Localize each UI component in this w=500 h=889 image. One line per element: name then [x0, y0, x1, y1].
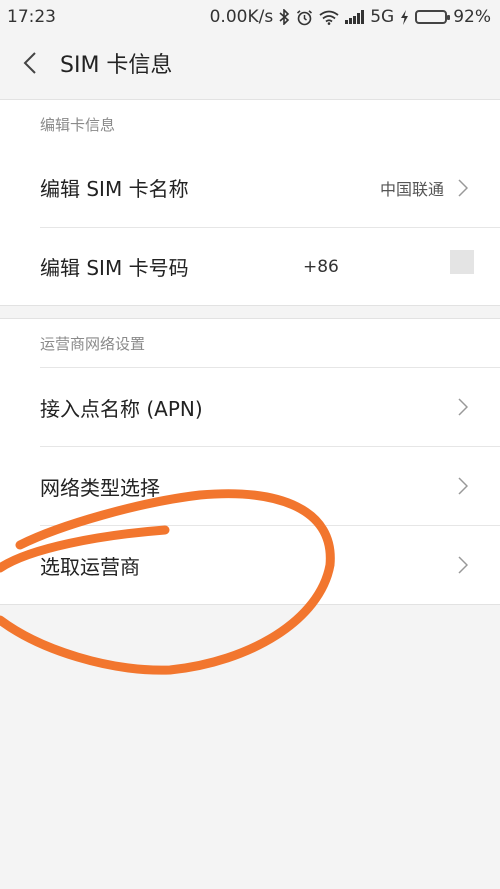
select-carrier-row[interactable]: 选取运营商 — [40, 525, 500, 604]
title-bar: SIM 卡信息 — [0, 34, 500, 92]
chevron-right-icon — [458, 396, 472, 418]
redaction-box — [450, 250, 474, 274]
status-icons: 0.00K/s 5G 92% — [210, 7, 491, 27]
network-speed: 0.00K/s — [209, 7, 274, 27]
section-carrier-network-settings: 运营商网络设置 接入点名称 (APN) 网络类型选择 选取运营商 — [0, 318, 500, 605]
charging-icon — [400, 9, 409, 25]
section-edit-card-info: 编辑卡信息 编辑 SIM 卡名称 中国联通 编辑 SIM 卡号码 +86 — [0, 99, 500, 306]
row-value: 中国联通 — [379, 179, 444, 199]
row-label: 网络类型选择 — [40, 475, 160, 500]
bluetooth-icon — [279, 9, 290, 25]
back-button[interactable] — [0, 34, 60, 92]
row-label: 编辑 SIM 卡号码 — [40, 256, 189, 280]
row-label: 编辑 SIM 卡名称 — [40, 177, 189, 201]
network-type-row[interactable]: 网络类型选择 — [40, 446, 500, 525]
row-label: 接入点名称 (APN) — [40, 396, 203, 421]
edit-sim-number-row[interactable]: 编辑 SIM 卡号码 +86 — [40, 227, 500, 305]
row-label: 选取运营商 — [40, 554, 140, 579]
status-bar: 17:23 0.00K/s 5G 92% — [0, 0, 500, 34]
network-type: 5G — [370, 7, 395, 27]
battery-icon — [415, 10, 451, 24]
status-time: 17:23 — [7, 7, 56, 27]
battery-percent: 92% — [453, 7, 491, 27]
section-header: 运营商网络设置 — [40, 334, 146, 353]
page-title: SIM 卡信息 — [60, 53, 173, 78]
chevron-right-icon — [458, 554, 472, 576]
apn-row[interactable]: 接入点名称 (APN) — [40, 367, 500, 446]
wifi-icon — [319, 10, 339, 25]
chevron-left-icon — [23, 52, 36, 74]
row-value: +86 — [303, 256, 339, 277]
alarm-icon — [296, 9, 313, 26]
signal-icon — [345, 10, 365, 24]
chevron-right-icon — [458, 475, 472, 497]
chevron-right-icon — [458, 177, 472, 199]
section-header: 编辑卡信息 — [40, 115, 116, 134]
edit-sim-name-row[interactable]: 编辑 SIM 卡名称 中国联通 — [0, 148, 500, 227]
